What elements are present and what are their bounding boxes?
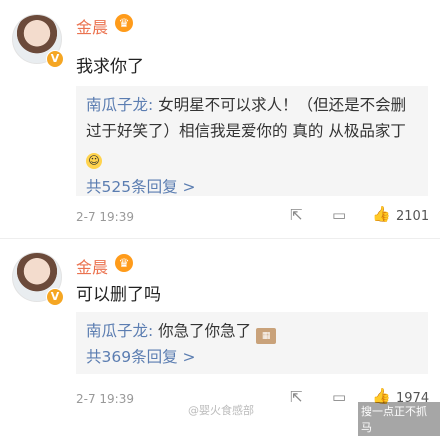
- comment-text: 可以删了吗: [76, 285, 161, 305]
- watermark-2: 搜一点正不抓马: [358, 402, 440, 436]
- reply-text: 你急了你急了: [158, 322, 252, 340]
- crown-icon: ♛: [115, 254, 133, 272]
- reply-preview[interactable]: 南瓜子龙: 女明星不可以求人！（但还是不会删 过于好笑了）相信我是爱你的 真的 …: [76, 86, 428, 196]
- reply-preview[interactable]: 南瓜子龙: 你急了你急了 ▦ 共369条回复 >: [76, 312, 428, 374]
- like-count: 2101: [396, 209, 430, 224]
- smile-emoji-icon: ☺: [86, 153, 102, 169]
- author-name[interactable]: 金晨: [76, 14, 108, 38]
- reply-author[interactable]: 南瓜子龙:: [86, 322, 153, 340]
- comment-2: V 金晨 ♛ 可以删了吗 南瓜子龙: 你急了你急了 ▦ 共369条回复 > 2-…: [0, 240, 440, 419]
- crown-icon: ♛: [115, 14, 133, 32]
- share-icon[interactable]: ⇱: [290, 206, 303, 224]
- author-name[interactable]: 金晨: [76, 254, 108, 278]
- sticker-emoji-icon: ▦: [256, 328, 277, 344]
- comment-text: 我求你了: [76, 57, 144, 77]
- like-icon[interactable]: 👍: [372, 205, 391, 223]
- comment-1: V 金晨 ♛ 我求你了 南瓜子龙: 女明星不可以求人！（但还是不会删 过于好笑了…: [0, 0, 440, 232]
- verified-icon: V: [46, 288, 64, 306]
- watermark: @婴火食感部: [188, 404, 254, 417]
- share-icon[interactable]: ⇱: [290, 388, 303, 406]
- verified-icon: V: [46, 50, 64, 68]
- more-replies-link[interactable]: 共525条回复 >: [86, 178, 196, 196]
- more-replies-link[interactable]: 共369条回复 >: [86, 348, 196, 366]
- timestamp: 2-7 19:39: [76, 210, 134, 224]
- timestamp: 2-7 19:39: [76, 392, 134, 406]
- comment-icon[interactable]: ▭: [332, 206, 346, 224]
- comment-icon[interactable]: ▭: [332, 388, 346, 406]
- reply-author[interactable]: 南瓜子龙:: [86, 96, 153, 114]
- divider: [0, 238, 440, 239]
